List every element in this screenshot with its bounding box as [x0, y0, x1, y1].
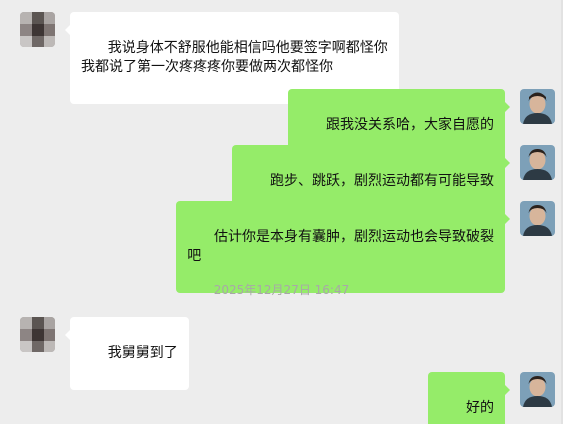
- message-text: 估计你是本身有囊肿，剧烈运动也会导致破裂 吧: [187, 229, 494, 264]
- message-bubble-outgoing[interactable]: 估计你是本身有囊肿，剧烈运动也会导致破裂 吧: [176, 201, 510, 293]
- self-avatar[interactable]: [520, 145, 555, 180]
- user-portrait-icon: [520, 372, 555, 407]
- message-bubble-incoming[interactable]: 我舅舅到了: [65, 317, 189, 390]
- pixelated-avatar-icon: [20, 317, 55, 352]
- contact-avatar-pixelated[interactable]: [20, 317, 55, 352]
- message-row-incoming: 我舅舅到了: [20, 317, 189, 390]
- message-row-outgoing: 好的: [428, 372, 555, 424]
- user-portrait-icon: [520, 145, 555, 180]
- message-bubble-outgoing[interactable]: 好的: [428, 372, 510, 424]
- message-text: 我说身体不舒服他能相信吗他要签字啊都怪你 我都说了第一次疼疼疼你要做两次都怪你: [81, 40, 388, 75]
- message-timestamp: 2025年12月27日 16:47: [213, 283, 350, 297]
- self-avatar[interactable]: [520, 89, 555, 124]
- user-portrait-icon: [520, 89, 555, 124]
- message-text: 好的: [466, 400, 494, 416]
- message-text: 跟我没关系哈，大家自愿的: [326, 117, 494, 133]
- chat-window: 我说身体不舒服他能相信吗他要签字啊都怪你 我都说了第一次疼疼疼你要做两次都怪你 …: [0, 0, 563, 424]
- self-avatar[interactable]: [520, 372, 555, 407]
- self-avatar[interactable]: [520, 201, 555, 236]
- message-row-outgoing: 估计你是本身有囊肿，剧烈运动也会导致破裂 吧: [176, 201, 555, 293]
- message-text: 我舅舅到了: [107, 345, 178, 361]
- user-portrait-icon: [520, 201, 555, 236]
- contact-avatar-pixelated[interactable]: [20, 12, 55, 47]
- pixelated-avatar-icon: [20, 12, 55, 47]
- message-text: 跑步、跳跃，剧烈运动都有可能导致: [270, 173, 494, 189]
